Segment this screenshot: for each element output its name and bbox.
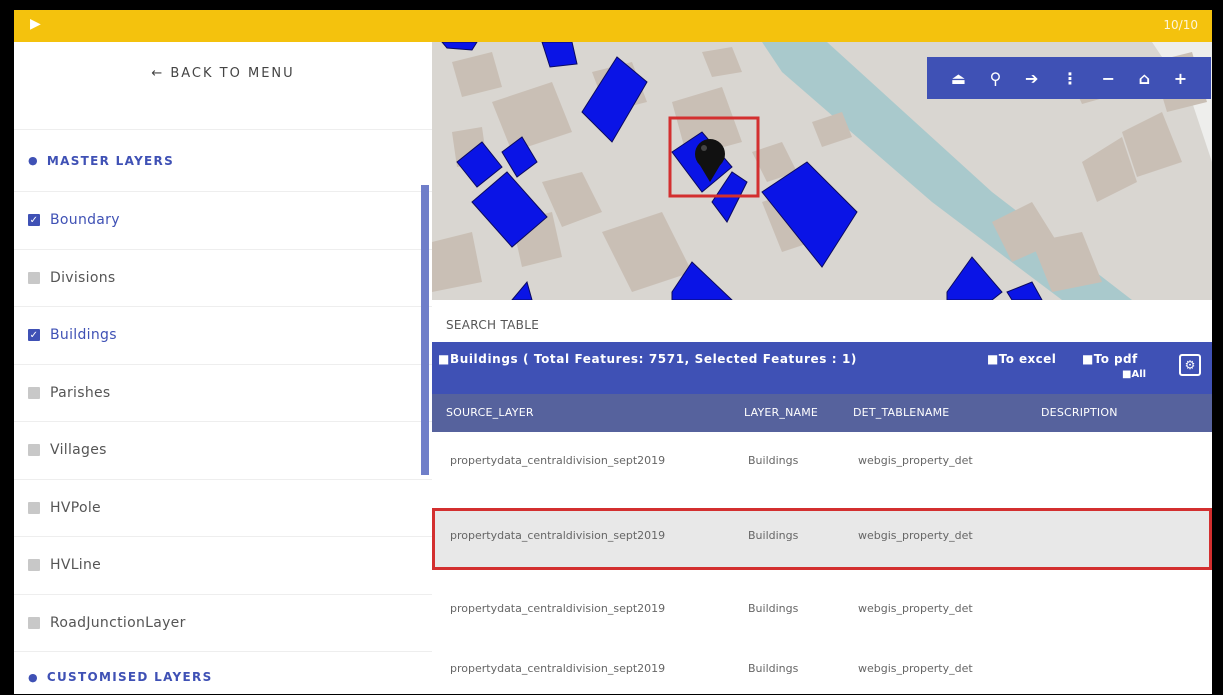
customised-layers-label: CUSTOMISED LAYERS [46, 670, 213, 684]
table-row[interactable]: propertydata_centraldivision_sept2019 Bu… [432, 580, 1212, 642]
cell-layer-name: Buildings [748, 662, 799, 675]
checkbox-icon[interactable] [28, 559, 40, 572]
layer-item-boundary[interactable]: ✓ Boundary [14, 192, 432, 250]
layer-sidebar: ← BACK TO MENU ● MASTER LAYERS ✓ Boundar… [14, 42, 432, 694]
cell-source-layer: propertydata_centraldivision_sept2019 [450, 602, 666, 615]
cell-source-layer: propertydata_centraldivision_sept2019 [450, 662, 666, 675]
checkbox-icon[interactable] [28, 271, 40, 284]
layer-label: Buildings [50, 327, 117, 344]
cell-layer-name: Buildings [748, 602, 799, 615]
export-excel-button[interactable]: ■To excel [987, 352, 1056, 366]
layer-label: Divisions [50, 269, 116, 286]
table-column-header: SOURCE_LAYER LAYER_NAME DET_TABLENAME DE… [432, 394, 1212, 432]
layer-label: HVLine [50, 557, 102, 574]
table-title-text: Buildings ( Total Features: 7571, Select… [449, 352, 857, 366]
export-excel-label: To excel [998, 352, 1057, 366]
exit-icon[interactable]: ➔ [1025, 69, 1038, 88]
table-row[interactable]: propertydata_centraldivision_sept2019 Bu… [432, 640, 1212, 695]
home-icon[interactable]: ⌂ [1139, 69, 1150, 88]
cell-det-tablename: webgis_property_det [858, 602, 973, 615]
master-layers-header: ● MASTER LAYERS [14, 130, 432, 192]
checkbox-icon[interactable] [28, 501, 40, 514]
select-all-button[interactable]: ■All [1122, 369, 1146, 380]
layer-item-buildings[interactable]: ✓ Buildings [14, 307, 432, 365]
zoom-out-icon[interactable]: − [1102, 69, 1115, 88]
table-body: propertydata_centraldivision_sept2019 Bu… [432, 432, 1212, 694]
top-bar: ▶ 10/10 [14, 10, 1212, 42]
col-det-tablename[interactable]: DET_TABLENAME [853, 406, 949, 419]
select-all-label: All [1131, 369, 1147, 380]
master-layers-label: MASTER LAYERS [46, 153, 175, 168]
layers-icon: ● [28, 154, 39, 167]
cell-layer-name: Buildings [748, 529, 799, 542]
layer-label: Boundary [50, 212, 120, 229]
export-pdf-button[interactable]: ■To pdf [1082, 352, 1138, 366]
col-source-layer[interactable]: SOURCE_LAYER [446, 406, 534, 419]
checkbox-icon[interactable]: ✓ [28, 214, 40, 227]
cell-det-tablename: webgis_property_det [858, 454, 973, 467]
layer-label: Villages [50, 442, 107, 459]
checkbox-icon[interactable] [28, 386, 40, 399]
customised-layers-header: ● CUSTOMISED LAYERS [14, 652, 432, 694]
layer-label: Parishes [50, 384, 111, 401]
marker-icon[interactable]: ⚲ [990, 69, 1002, 88]
layer-item-roadjunctionlayer[interactable]: RoadJunctionLayer [14, 595, 432, 652]
map-toolbar: ⏏ ⚲ ➔ ⋮ − ⌂ + [927, 57, 1211, 99]
table-row[interactable]: propertydata_centraldivision_sept2019 Bu… [432, 432, 1212, 494]
layer-label: HVPole [50, 499, 101, 516]
back-to-menu-button[interactable]: ← BACK TO MENU [14, 42, 432, 130]
table-settings-icon[interactable]: ⚙ [1179, 354, 1201, 376]
layers-icon: ● [28, 670, 39, 684]
table-row-selected[interactable]: propertydata_centraldivision_sept2019 Bu… [432, 508, 1212, 570]
layer-item-divisions[interactable]: Divisions [14, 250, 432, 307]
eraser-icon[interactable]: ⏏ [951, 69, 966, 88]
table-title: ■Buildings ( Total Features: 7571, Selec… [438, 352, 857, 366]
layer-item-villages[interactable]: Villages [14, 422, 432, 480]
sidebar-scrollbar[interactable] [421, 185, 429, 475]
cell-source-layer: propertydata_centraldivision_sept2019 [450, 454, 666, 467]
play-icon[interactable]: ▶ [30, 16, 41, 32]
search-bar [432, 300, 1212, 342]
col-description[interactable]: DESCRIPTION [1041, 406, 1118, 419]
cell-source-layer: propertydata_centraldivision_sept2019 [450, 529, 666, 542]
col-layer-name[interactable]: LAYER_NAME [744, 406, 818, 419]
layer-item-hvpole[interactable]: HVPole [14, 480, 432, 537]
layer-item-hvline[interactable]: HVLine [14, 537, 432, 595]
checkbox-icon[interactable]: ✓ [28, 329, 40, 342]
cell-det-tablename: webgis_property_det [858, 529, 973, 542]
export-pdf-label: To pdf [1093, 352, 1138, 366]
checkbox-icon[interactable] [28, 616, 40, 629]
checkbox-icon[interactable] [28, 444, 40, 457]
layer-label: RoadJunctionLayer [50, 614, 186, 631]
cell-det-tablename: webgis_property_det [858, 662, 973, 675]
zoom-in-icon[interactable]: + [1174, 69, 1187, 88]
cell-layer-name: Buildings [748, 454, 799, 467]
layer-item-parishes[interactable]: Parishes [14, 365, 432, 422]
table-header-bar: ■Buildings ( Total Features: 7571, Selec… [432, 342, 1212, 394]
search-table-input[interactable] [446, 318, 1146, 332]
more-icon[interactable]: ⋮ [1062, 69, 1078, 88]
page-counter: 10/10 [1163, 18, 1198, 32]
